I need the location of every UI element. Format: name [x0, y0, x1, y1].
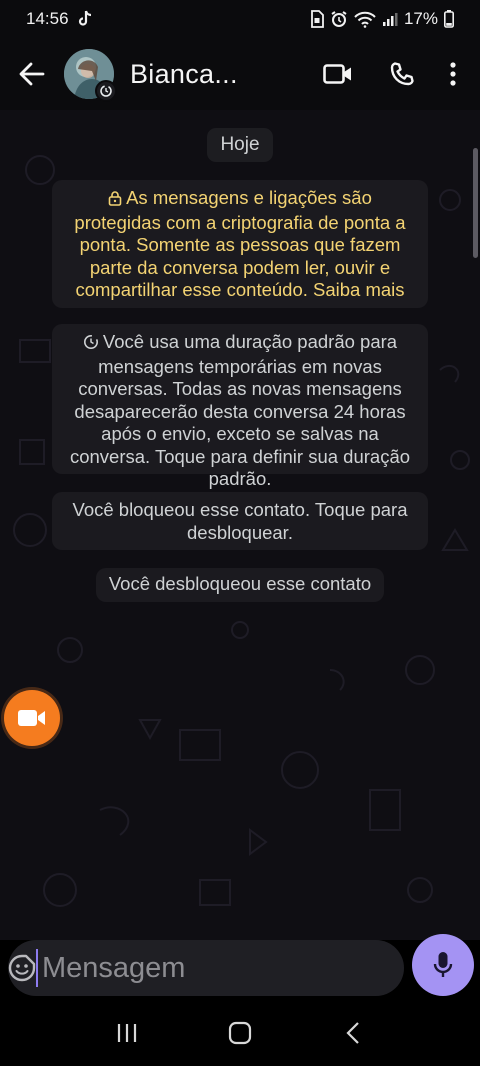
contact-name[interactable]: Bianca...	[130, 59, 238, 90]
sticker-icon	[8, 954, 36, 982]
back-button[interactable]	[0, 38, 64, 110]
header-actions	[306, 38, 480, 110]
home-button[interactable]	[210, 1003, 270, 1063]
video-camera-icon	[18, 710, 45, 726]
encryption-notice-text: As mensagens e ligações são protegidas c…	[74, 187, 406, 300]
disappearing-notice-text: Você usa uma duração padrão para mensage…	[69, 331, 411, 489]
unblocked-contact-notice: Você desbloqueou esse contato	[96, 568, 384, 602]
more-options-button[interactable]	[434, 38, 472, 110]
voice-call-button[interactable]	[370, 38, 434, 110]
floating-video-button[interactable]	[4, 690, 60, 746]
nav-back-button[interactable]	[323, 1003, 383, 1063]
mic-icon	[433, 952, 453, 977]
chat-area[interactable]: Hoje As mensagens e ligações são protegi…	[0, 110, 480, 940]
voice-message-button[interactable]	[412, 934, 474, 996]
chat-header: Bianca...	[0, 38, 480, 110]
video-call-icon	[323, 64, 351, 84]
scrollbar[interactable]	[473, 148, 478, 258]
battery-icon	[444, 10, 454, 28]
back-icon	[346, 1022, 360, 1044]
system-nav-bar	[0, 1000, 480, 1066]
alarm-icon	[330, 10, 348, 28]
composer	[0, 934, 480, 996]
status-right: 17%	[310, 9, 454, 29]
message-input[interactable]	[36, 949, 419, 987]
lock-icon	[108, 189, 122, 212]
more-vert-icon	[450, 62, 456, 86]
sticker-button[interactable]	[8, 940, 36, 996]
unblocked-notice-text: Você desbloqueou esse contato	[108, 573, 372, 594]
status-bar: 14:56 17%	[0, 0, 480, 38]
status-left: 14:56	[26, 9, 93, 29]
date-label: Hoje	[207, 128, 273, 162]
blocked-contact-notice[interactable]: Você bloqueou esse contato. Toque para d…	[52, 492, 428, 550]
avatar[interactable]	[64, 49, 117, 102]
sim-icon	[310, 10, 324, 28]
status-time: 14:56	[26, 9, 69, 28]
blocked-notice-text: Você bloqueou esse contato. Toque para d…	[72, 499, 408, 543]
tiktok-icon	[77, 10, 93, 28]
disappearing-messages-notice[interactable]: Você usa uma duração padrão para mensage…	[52, 324, 428, 489]
home-icon	[228, 1021, 252, 1045]
recent-apps-icon	[117, 1024, 136, 1042]
battery-text: 17%	[403, 9, 438, 28]
video-call-button[interactable]	[306, 38, 370, 110]
recent-apps-button[interactable]	[97, 1003, 157, 1063]
timer-icon	[83, 333, 99, 356]
signal-icon	[382, 11, 398, 27]
phone-icon	[390, 62, 414, 86]
message-composer	[8, 940, 464, 996]
wifi-icon	[354, 11, 376, 28]
encryption-notice[interactable]: As mensagens e ligações são protegidas c…	[52, 180, 428, 308]
disappearing-timer-badge	[95, 80, 117, 102]
back-arrow-icon	[19, 62, 45, 86]
